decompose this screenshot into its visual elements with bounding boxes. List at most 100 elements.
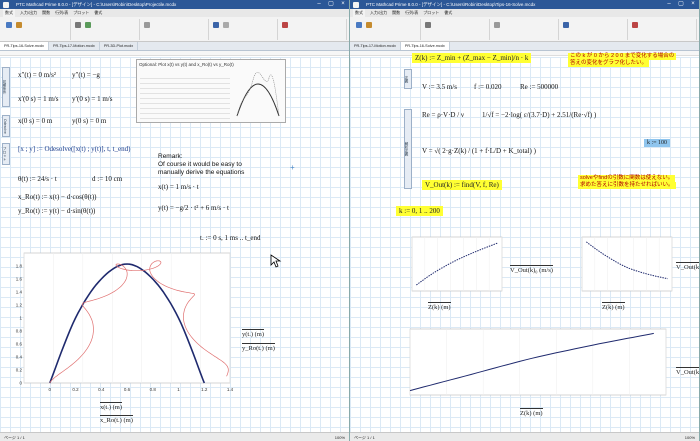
plot-xlabel-2[interactable]: x_Ro(t.) (m) — [100, 415, 133, 424]
vout-plot-2[interactable] — [566, 233, 676, 301]
plot-xlabel-1[interactable]: x(t.) (m) — [100, 402, 123, 411]
vout-plot-3[interactable] — [390, 325, 670, 405]
ribbon-group-operators[interactable] — [71, 19, 140, 40]
ribbon-group-operators-r[interactable] — [421, 19, 490, 40]
ribbon-group-style-r[interactable] — [490, 19, 559, 40]
close-icon-right[interactable]: × — [687, 0, 699, 9]
operators-icon[interactable] — [75, 22, 81, 28]
vout-plot-1[interactable] — [396, 233, 506, 301]
style-icon-r[interactable] — [494, 22, 500, 28]
trajectory-plot[interactable]: 0 0.2 0.4 0.6 0.8 1 1.2 1.4 1.8 1.6 1.4 1.2 1 0.8 0.6 0… — [6, 245, 236, 395]
right-window-title: PTC Mathcad Prime 8.0.0 - [デザイン] - C:\Us… — [366, 2, 536, 7]
theta-def[interactable]: θ(t) := 24/s · t — [18, 175, 57, 183]
range-def[interactable]: t. := 0 s, 1 ms .. t_end — [200, 234, 261, 242]
side-label-plot[interactable]: プロット — [2, 143, 10, 165]
left-worksheet[interactable]: 初期条件 Odesolve プロット x″(t) = 0 m/s² y″(t) … — [0, 57, 349, 432]
doc-tab-3[interactable]: PR-3D-Plot.mcdx — [100, 42, 139, 50]
ic-x[interactable]: x(0 s) = 0 m — [18, 117, 52, 125]
left-zoom-level[interactable]: 100% — [335, 433, 345, 441]
ribbon-tab-matrices[interactable]: 行列/表 — [55, 9, 68, 17]
side-label-initial[interactable]: 初期条件 — [2, 67, 10, 107]
ribbon-tab-plots-r[interactable]: プロット — [423, 9, 439, 17]
y-tick-label: 0 — [19, 381, 22, 386]
odesolve-equation[interactable]: [x ; y] := Odesolve([x(t) ; y(t)], t, t_… — [18, 145, 130, 153]
ribbon-group-symbols-r[interactable] — [559, 19, 628, 40]
pi-icon[interactable] — [213, 22, 219, 28]
plot1-ylabel[interactable]: V_Out(k)₀ (m/s) — [510, 265, 553, 274]
right-worksheet[interactable]: 定義 解析定義 Z(k) := Z_min + (Z_max − Z_min)/… — [350, 53, 699, 432]
ribbon-tab-format-r[interactable]: 書式 — [444, 9, 452, 17]
plot-ylabel-1[interactable]: y(t.) (m) — [242, 329, 265, 338]
ribbon-tab-plots[interactable]: プロット — [73, 9, 89, 17]
math-region-icon[interactable] — [6, 22, 12, 28]
colebrook-constraint[interactable]: 1/√f = −2·log( ε/(3.7·D) + 2.51/(Re·√f) … — [482, 111, 596, 119]
v-guess[interactable]: V := 3.5 m/s — [422, 83, 457, 91]
yro-def[interactable]: y_Ro(t) := y(t) − d·sin(θ(t)) — [18, 207, 95, 215]
maximize-icon[interactable]: ▢ — [325, 0, 337, 9]
re-constraint[interactable]: Re = ρ·V·D / ν — [422, 111, 464, 119]
label-icon[interactable] — [282, 22, 288, 28]
right-title-bar[interactable]: PTC Mathcad Prime 8.0.0 - [デザイン] - C:\Us… — [350, 0, 699, 9]
symbols-icon[interactable] — [223, 22, 229, 28]
doc-tab-r2[interactable]: PR-Tips-16-Solve.mcdx — [400, 42, 450, 50]
k-range[interactable]: k := 0, 1 .. 200 — [396, 206, 443, 216]
find-definition[interactable]: V_Out(k) := find(V, f, Re) — [422, 180, 502, 190]
y-tick-label: 0.6 — [16, 342, 23, 347]
ribbon-tab-input-r[interactable]: 入力/出力 — [370, 9, 387, 17]
plot1-xlabel[interactable]: Z(k) (m) — [428, 302, 451, 311]
ribbon-group-labels-r[interactable] — [628, 19, 697, 40]
plot2-xlabel[interactable]: Z(k) (m) — [602, 302, 625, 311]
close-icon[interactable]: × — [337, 0, 349, 9]
ribbon-tab-matrices-r[interactable]: 行列/表 — [405, 9, 418, 17]
minimize-icon-right[interactable]: – — [663, 0, 675, 9]
plot-ylabel-2[interactable]: y_Ro(t.) (m) — [242, 343, 275, 352]
ode-y[interactable]: y″(t) = −g — [72, 71, 100, 79]
side-label-odesolve[interactable]: Odesolve — [2, 115, 10, 137]
left-title-bar[interactable]: PTC Mathcad Prime 8.0.0 - [デザイン] - C:\Us… — [0, 0, 349, 9]
ribbon-tab-math-r[interactable]: 数式 — [353, 9, 365, 17]
f-guess[interactable]: f := 0.020 — [474, 83, 501, 91]
text-region-icon-r[interactable] — [366, 22, 372, 28]
optional-image-region[interactable]: Optional: Plot x(t) vs y(t) and x_Ro(t) … — [136, 59, 286, 123]
ode-x[interactable]: x″(t) = 0 m/s² — [18, 71, 56, 79]
ribbon-group-region-r[interactable] — [352, 19, 421, 40]
xro-def[interactable]: x_Ro(t) := x(t) − d·cos(θ(t)) — [18, 193, 97, 201]
math-region-icon-r[interactable] — [356, 22, 362, 28]
plot3-ylabel[interactable]: V_Out(k) — [676, 367, 699, 376]
side-label-analysis[interactable]: 解析定義 — [404, 109, 412, 189]
ribbon-tab-input[interactable]: 入力/出力 — [20, 9, 37, 17]
ribbon-group-labels[interactable] — [278, 19, 347, 40]
ic-yprime[interactable]: y′(0 s) = 1 m/s — [72, 95, 112, 103]
side-label-define[interactable]: 定義 — [404, 69, 412, 89]
ribbon-tab-format[interactable]: 書式 — [94, 9, 102, 17]
velocity-constraint[interactable]: V = √( 2·g·Z(k) / (1 + f·L/D + K_total) … — [422, 147, 536, 155]
ribbon-tab-functions-r[interactable]: 関数 — [392, 9, 400, 17]
ribbon-group-style[interactable] — [140, 19, 209, 40]
remark-x[interactable]: x(t) = 1 m/s · t — [158, 183, 199, 191]
text-region-icon[interactable] — [16, 22, 22, 28]
plot3-xlabel[interactable]: Z(k) (m) — [520, 408, 543, 417]
ribbon-group-region[interactable] — [2, 19, 71, 40]
doc-tab-1[interactable]: PR-Tips-16-Solve.mcdx — [0, 42, 49, 50]
k-definition[interactable]: k := 100 — [644, 139, 671, 147]
doc-tab-2[interactable]: PR-Tips-17-Motion.mcdx — [49, 42, 100, 50]
operators-icon-r[interactable] — [425, 22, 431, 28]
doc-tab-r1[interactable]: PR-Tips-17-Motion.mcdx — [350, 42, 401, 50]
ribbon-tab-math[interactable]: 数式 — [3, 9, 15, 17]
re-guess[interactable]: Re := 500000 — [520, 83, 558, 91]
plot2-ylabel[interactable]: V_Out(k) — [676, 262, 699, 271]
style-icon[interactable] — [144, 22, 150, 28]
ribbon-tab-functions[interactable]: 関数 — [42, 9, 50, 17]
d-def[interactable]: d := 10 cm — [92, 175, 122, 183]
right-zoom-level[interactable]: 100% — [685, 433, 695, 441]
ic-y[interactable]: y(0 s) = 0 m — [72, 117, 106, 125]
maximize-icon-right[interactable]: ▢ — [675, 0, 687, 9]
ic-xprime[interactable]: x′(0 s) = 1 m/s — [18, 95, 58, 103]
remark-y[interactable]: y(t) = −g/2 · t² + 6 m/s · t — [158, 204, 229, 212]
zk-definition[interactable]: Z(k) := Z_min + (Z_max − Z_min)/n · k — [412, 53, 532, 63]
label-icon-r[interactable] — [632, 22, 638, 28]
pi-icon-r[interactable] — [563, 22, 569, 28]
ribbon-group-symbols[interactable] — [209, 19, 278, 40]
minimize-icon[interactable]: – — [313, 0, 325, 9]
units-icon[interactable] — [85, 22, 91, 28]
